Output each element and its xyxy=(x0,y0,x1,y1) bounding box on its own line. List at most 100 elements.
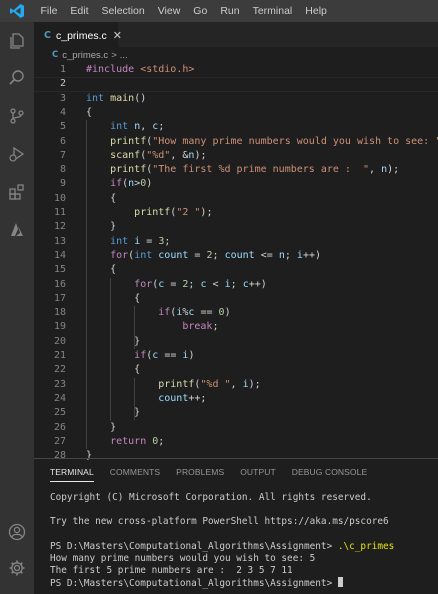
menu-selection[interactable]: Selection xyxy=(95,0,151,22)
code-line[interactable]: 18 if(i%c == 0) xyxy=(34,306,438,320)
code-line[interactable]: 23 printf("%d ", i); xyxy=(34,378,438,392)
line-number: 23 xyxy=(53,378,66,390)
line-number: 3 xyxy=(59,92,66,104)
menu-file[interactable]: File xyxy=(34,0,64,22)
code-line[interactable]: 8 printf("The first %d prime numbers are… xyxy=(34,163,438,177)
activity-bar xyxy=(0,22,34,594)
menu-edit[interactable]: Edit xyxy=(64,0,95,22)
terminal[interactable]: Copyright (C) Microsoft Corporation. All… xyxy=(50,486,438,594)
c-file-icon: C xyxy=(44,30,51,41)
tab-debug-console[interactable]: DEBUG CONSOLE xyxy=(292,459,367,486)
code-text: printf("2 "); xyxy=(134,207,213,218)
tab-c-primes[interactable]: C c_primes.c ✕ xyxy=(34,22,122,48)
tab-problems[interactable]: PROBLEMS xyxy=(176,459,224,486)
search-icon[interactable] xyxy=(0,62,34,94)
line-number: 15 xyxy=(53,264,66,276)
editor-tab-bar: C c_primes.c ✕ xyxy=(34,22,438,48)
code-line[interactable]: 26 } xyxy=(34,421,438,435)
terminal-try-line: Try the new cross-platform PowerShell ht… xyxy=(50,516,389,527)
terminal-copyright: Copyright (C) Microsoft Corporation. All… xyxy=(50,492,372,503)
code-text: break; xyxy=(182,321,219,333)
terminal-command-line: PS D:\Masters\Computational_Algorithms\A… xyxy=(50,541,394,552)
tab-terminal[interactable]: TERMINAL xyxy=(50,459,94,486)
menu-help[interactable]: Help xyxy=(299,0,334,22)
code-line[interactable]: 24 count++; xyxy=(34,392,438,406)
line-number: 17 xyxy=(53,292,66,304)
code-text: { xyxy=(110,264,117,276)
menu-view[interactable]: View xyxy=(151,0,187,22)
menu-go[interactable]: Go xyxy=(187,0,214,22)
code-text: scanf("%d", &n); xyxy=(110,149,207,161)
settings-gear-icon[interactable] xyxy=(0,552,34,584)
terminal-output-2: The first 5 prime numbers are : 2 3 5 7 … xyxy=(50,565,293,576)
extensions-icon[interactable] xyxy=(0,176,34,208)
breadcrumb-rest[interactable]: ... xyxy=(120,50,128,61)
line-number: 11 xyxy=(53,207,66,218)
code-line[interactable]: 10 { xyxy=(34,192,438,206)
tab-comments[interactable]: COMMENTS xyxy=(110,459,160,486)
code-line[interactable]: 5 int n, c; xyxy=(34,120,438,134)
line-number: 12 xyxy=(53,221,66,233)
code-text: count++; xyxy=(158,392,207,404)
code-line[interactable]: 22 { xyxy=(34,363,438,377)
code-text: { xyxy=(110,192,117,204)
code-text: #include <stdio.h> xyxy=(86,64,195,75)
code-line[interactable]: 1 #include <stdio.h> xyxy=(34,63,438,77)
line-number: 26 xyxy=(53,421,66,433)
terminal-cursor xyxy=(337,577,343,587)
code-line[interactable]: 21 if(c == i) xyxy=(34,349,438,363)
code-text: return 0; xyxy=(110,435,165,447)
line-number: 22 xyxy=(53,364,66,376)
line-number: 24 xyxy=(53,392,66,404)
run-debug-icon[interactable] xyxy=(0,138,34,170)
code-text: } xyxy=(110,221,117,233)
code-text: if(n>0) xyxy=(110,178,153,190)
close-icon[interactable]: ✕ xyxy=(113,29,122,42)
code-line[interactable]: 27 return 0; xyxy=(34,435,438,449)
line-number: 13 xyxy=(53,235,66,247)
line-number: 16 xyxy=(53,278,66,290)
panel-tabs: TERMINAL COMMENTS PROBLEMS OUTPUT DEBUG … xyxy=(34,459,438,486)
terminal-command: .\c_primes xyxy=(337,541,395,552)
account-icon[interactable] xyxy=(0,516,34,548)
code-line[interactable]: 3 int main() xyxy=(34,92,438,106)
terminal-prompt-line: PS D:\Masters\Computational_Algorithms\A… xyxy=(50,577,343,589)
breadcrumb-file[interactable]: c_primes.c xyxy=(62,50,108,61)
tab-output[interactable]: OUTPUT xyxy=(240,459,276,486)
c-file-icon: C xyxy=(52,50,59,60)
code-line[interactable]: 11 printf("2 "); xyxy=(34,206,438,220)
code-line[interactable]: 2 xyxy=(34,77,438,92)
breadcrumb-separator: > xyxy=(111,49,117,61)
code-line[interactable]: 19 break; xyxy=(34,320,438,334)
line-number: 4 xyxy=(59,106,66,118)
line-number: 7 xyxy=(59,149,66,161)
code-line[interactable]: 14 for(int count = 2; count <= n; i++) xyxy=(34,249,438,263)
code-text: if(i%c == 0) xyxy=(158,307,231,319)
menu-run[interactable]: Run xyxy=(214,0,246,22)
code-line[interactable]: 4{ xyxy=(34,106,438,120)
code-line[interactable]: 13 int i = 3; xyxy=(34,235,438,249)
terminal-prompt: PS D:\Masters\Computational_Algorithms\A… xyxy=(50,578,338,589)
explorer-icon[interactable] xyxy=(0,25,34,57)
code-line[interactable]: 16 for(c = 2; c < i; c++) xyxy=(34,278,438,292)
code-line[interactable]: 9 if(n>0) xyxy=(34,177,438,191)
code-text: { xyxy=(86,106,93,118)
code-line[interactable]: 17 { xyxy=(34,292,438,306)
code-line[interactable]: 15 { xyxy=(34,263,438,277)
line-number: 25 xyxy=(53,407,66,419)
code-text: } xyxy=(134,335,141,347)
azure-icon[interactable] xyxy=(0,214,34,246)
code-line[interactable]: 7 scanf("%d", &n); xyxy=(34,149,438,163)
code-line[interactable]: 6 printf("How many prime numbers would y… xyxy=(34,135,438,149)
code-line[interactable]: 20 } xyxy=(34,335,438,349)
code-line[interactable]: 25 } xyxy=(34,406,438,420)
code-line[interactable]: 12 } xyxy=(34,220,438,234)
line-number: 1 xyxy=(59,64,66,75)
source-control-icon[interactable] xyxy=(0,100,34,132)
menu-terminal[interactable]: Terminal xyxy=(246,0,299,22)
line-number: 6 xyxy=(59,135,66,147)
line-number: 10 xyxy=(53,192,66,204)
line-number: 5 xyxy=(59,121,66,133)
breadcrumb: C c_primes.c > ... xyxy=(34,47,438,63)
code-editor[interactable]: 1 #include <stdio.h> 2 3 int main() 4{5 int n… xyxy=(34,63,438,461)
